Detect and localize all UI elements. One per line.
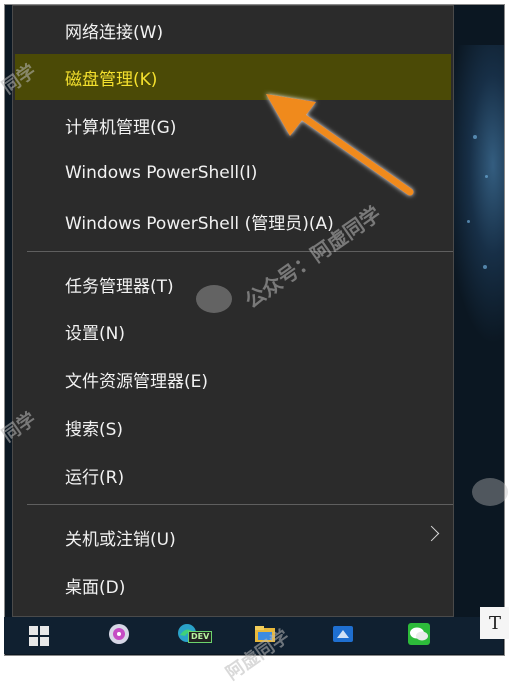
winx-context-menu: 网络连接(W) 磁盘管理(K) 计算机管理(G) Windows PowerSh…	[12, 5, 454, 617]
menu-item-network-connections[interactable]: 网络连接(W)	[15, 7, 451, 53]
wechat-icon[interactable]	[408, 623, 430, 645]
taskbar: DEV T	[4, 607, 509, 654]
menu-separator	[27, 251, 453, 252]
menu-item-shutdown-signout[interactable]: 关机或注销(U)	[15, 514, 451, 560]
desktop-sparkle	[485, 175, 488, 178]
menu-item-file-explorer[interactable]: 文件资源管理器(E)	[15, 356, 451, 402]
windows-logo-icon[interactable]	[28, 625, 50, 647]
desktop-sparkle	[483, 265, 487, 269]
dev-badge: DEV	[188, 631, 213, 643]
menu-item-powershell[interactable]: Windows PowerShell(I)	[15, 150, 451, 196]
app-blue-icon[interactable]	[332, 623, 354, 645]
menu-item-task-manager[interactable]: 任务管理器(T)	[15, 261, 451, 307]
text-tile[interactable]: T	[480, 607, 509, 639]
screenshot-frame: DEV T 网络连接(W) 磁盘管理(K) 计算机管理(G) Windows P…	[0, 0, 509, 684]
menu-item-desktop[interactable]: 桌面(D)	[15, 562, 451, 608]
menu-item-search[interactable]: 搜索(S)	[15, 404, 451, 450]
menu-item-computer-management[interactable]: 计算机管理(G)	[15, 102, 451, 148]
menu-item-disk-management[interactable]: 磁盘管理(K)	[15, 54, 451, 100]
menu-item-run[interactable]: 运行(R)	[15, 452, 451, 498]
desktop-glow	[445, 45, 504, 345]
menu-separator	[27, 504, 453, 505]
menu-item-settings[interactable]: 设置(N)	[15, 308, 451, 354]
desktop-sparkle	[473, 135, 477, 139]
itunes-icon[interactable]	[108, 623, 130, 645]
menu-item-label: 关机或注销(U)	[65, 529, 176, 550]
chevron-right-icon	[423, 525, 440, 542]
desktop-sparkle	[467, 220, 470, 223]
menu-item-powershell-admin[interactable]: Windows PowerShell (管理员)(A)	[15, 198, 451, 244]
file-explorer-icon[interactable]	[254, 623, 276, 645]
